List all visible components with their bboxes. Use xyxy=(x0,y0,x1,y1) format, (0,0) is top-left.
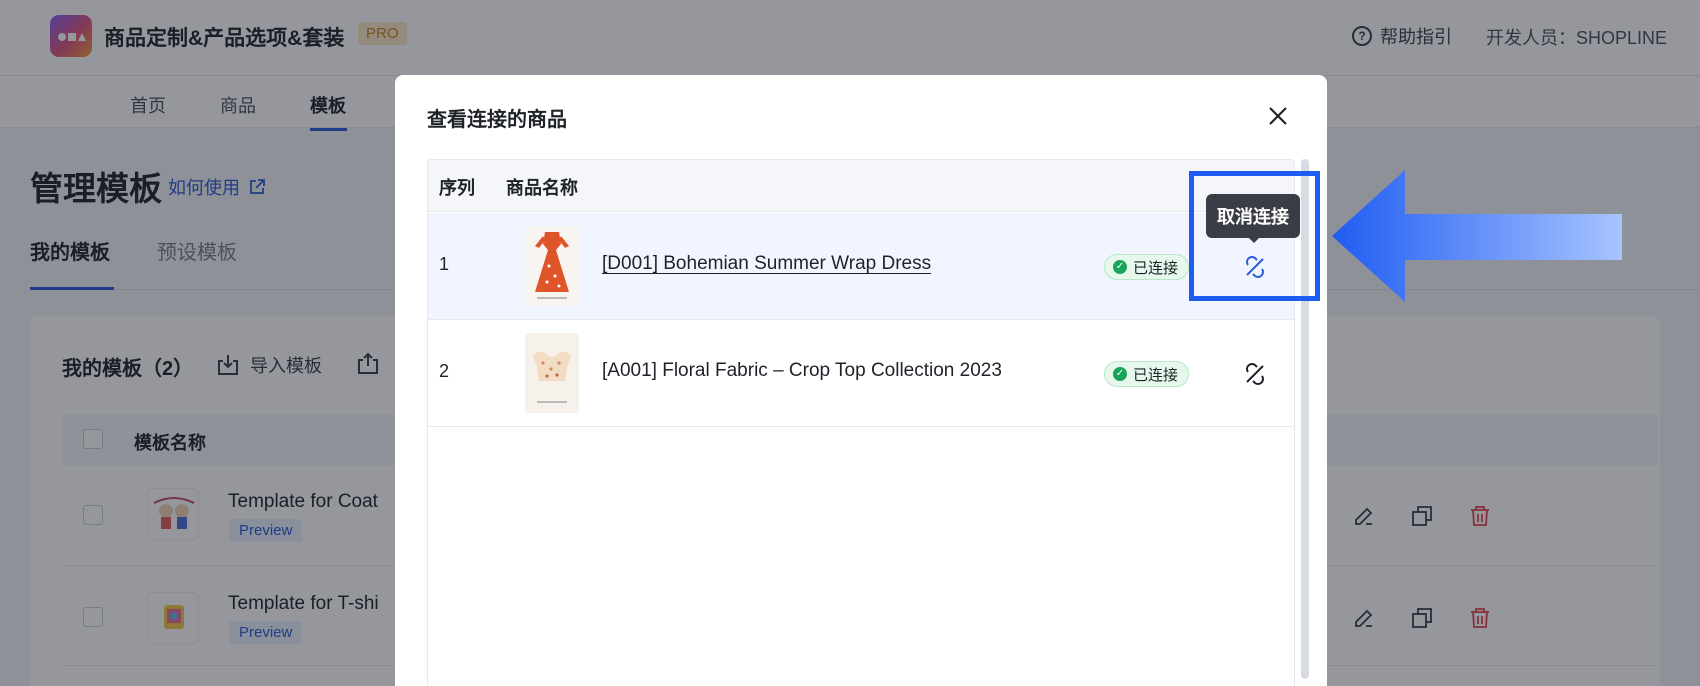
row-index: 1 xyxy=(439,254,450,274)
highlight-box xyxy=(1189,171,1320,301)
product-image-crop-top xyxy=(525,333,579,413)
column-index: 序列 xyxy=(439,178,475,198)
product-name[interactable]: [A001] Floral Fabric – Crop Top Collecti… xyxy=(602,360,1002,382)
status-label: 已连接 xyxy=(1133,259,1179,277)
check-circle-icon: ✓ xyxy=(1113,260,1127,274)
column-product-name: 商品名称 xyxy=(506,178,578,198)
table-header: 序列 商品名称 xyxy=(428,160,1294,212)
product-image-dress xyxy=(525,226,579,306)
status-badge: ✓ 已连接 xyxy=(1104,361,1190,387)
status-badge: ✓ 已连接 xyxy=(1104,254,1190,280)
linked-products-table: 序列 商品名称 1 [D001] Bohemian Summer Wrap Dr… xyxy=(427,159,1295,686)
linked-products-modal: 查看连接的商品 序列 商品名称 1 [D001] Bohemian Summer… xyxy=(395,75,1327,686)
modal-title: 查看连接的商品 xyxy=(427,109,567,131)
row-index: 2 xyxy=(439,361,450,381)
pointer-arrow-icon xyxy=(1332,170,1622,302)
table-row: 2 [A001] Floral Fabric – Crop Top Collec… xyxy=(428,320,1294,427)
close-icon[interactable] xyxy=(1265,103,1291,129)
check-circle-icon: ✓ xyxy=(1113,367,1127,381)
unlink-icon[interactable] xyxy=(1242,361,1268,387)
product-name-link[interactable]: [D001] Bohemian Summer Wrap Dress xyxy=(602,253,931,275)
table-row: 1 [D001] Bohemian Summer Wrap Dress ✓ 已连… xyxy=(428,213,1294,320)
status-label: 已连接 xyxy=(1133,366,1179,384)
